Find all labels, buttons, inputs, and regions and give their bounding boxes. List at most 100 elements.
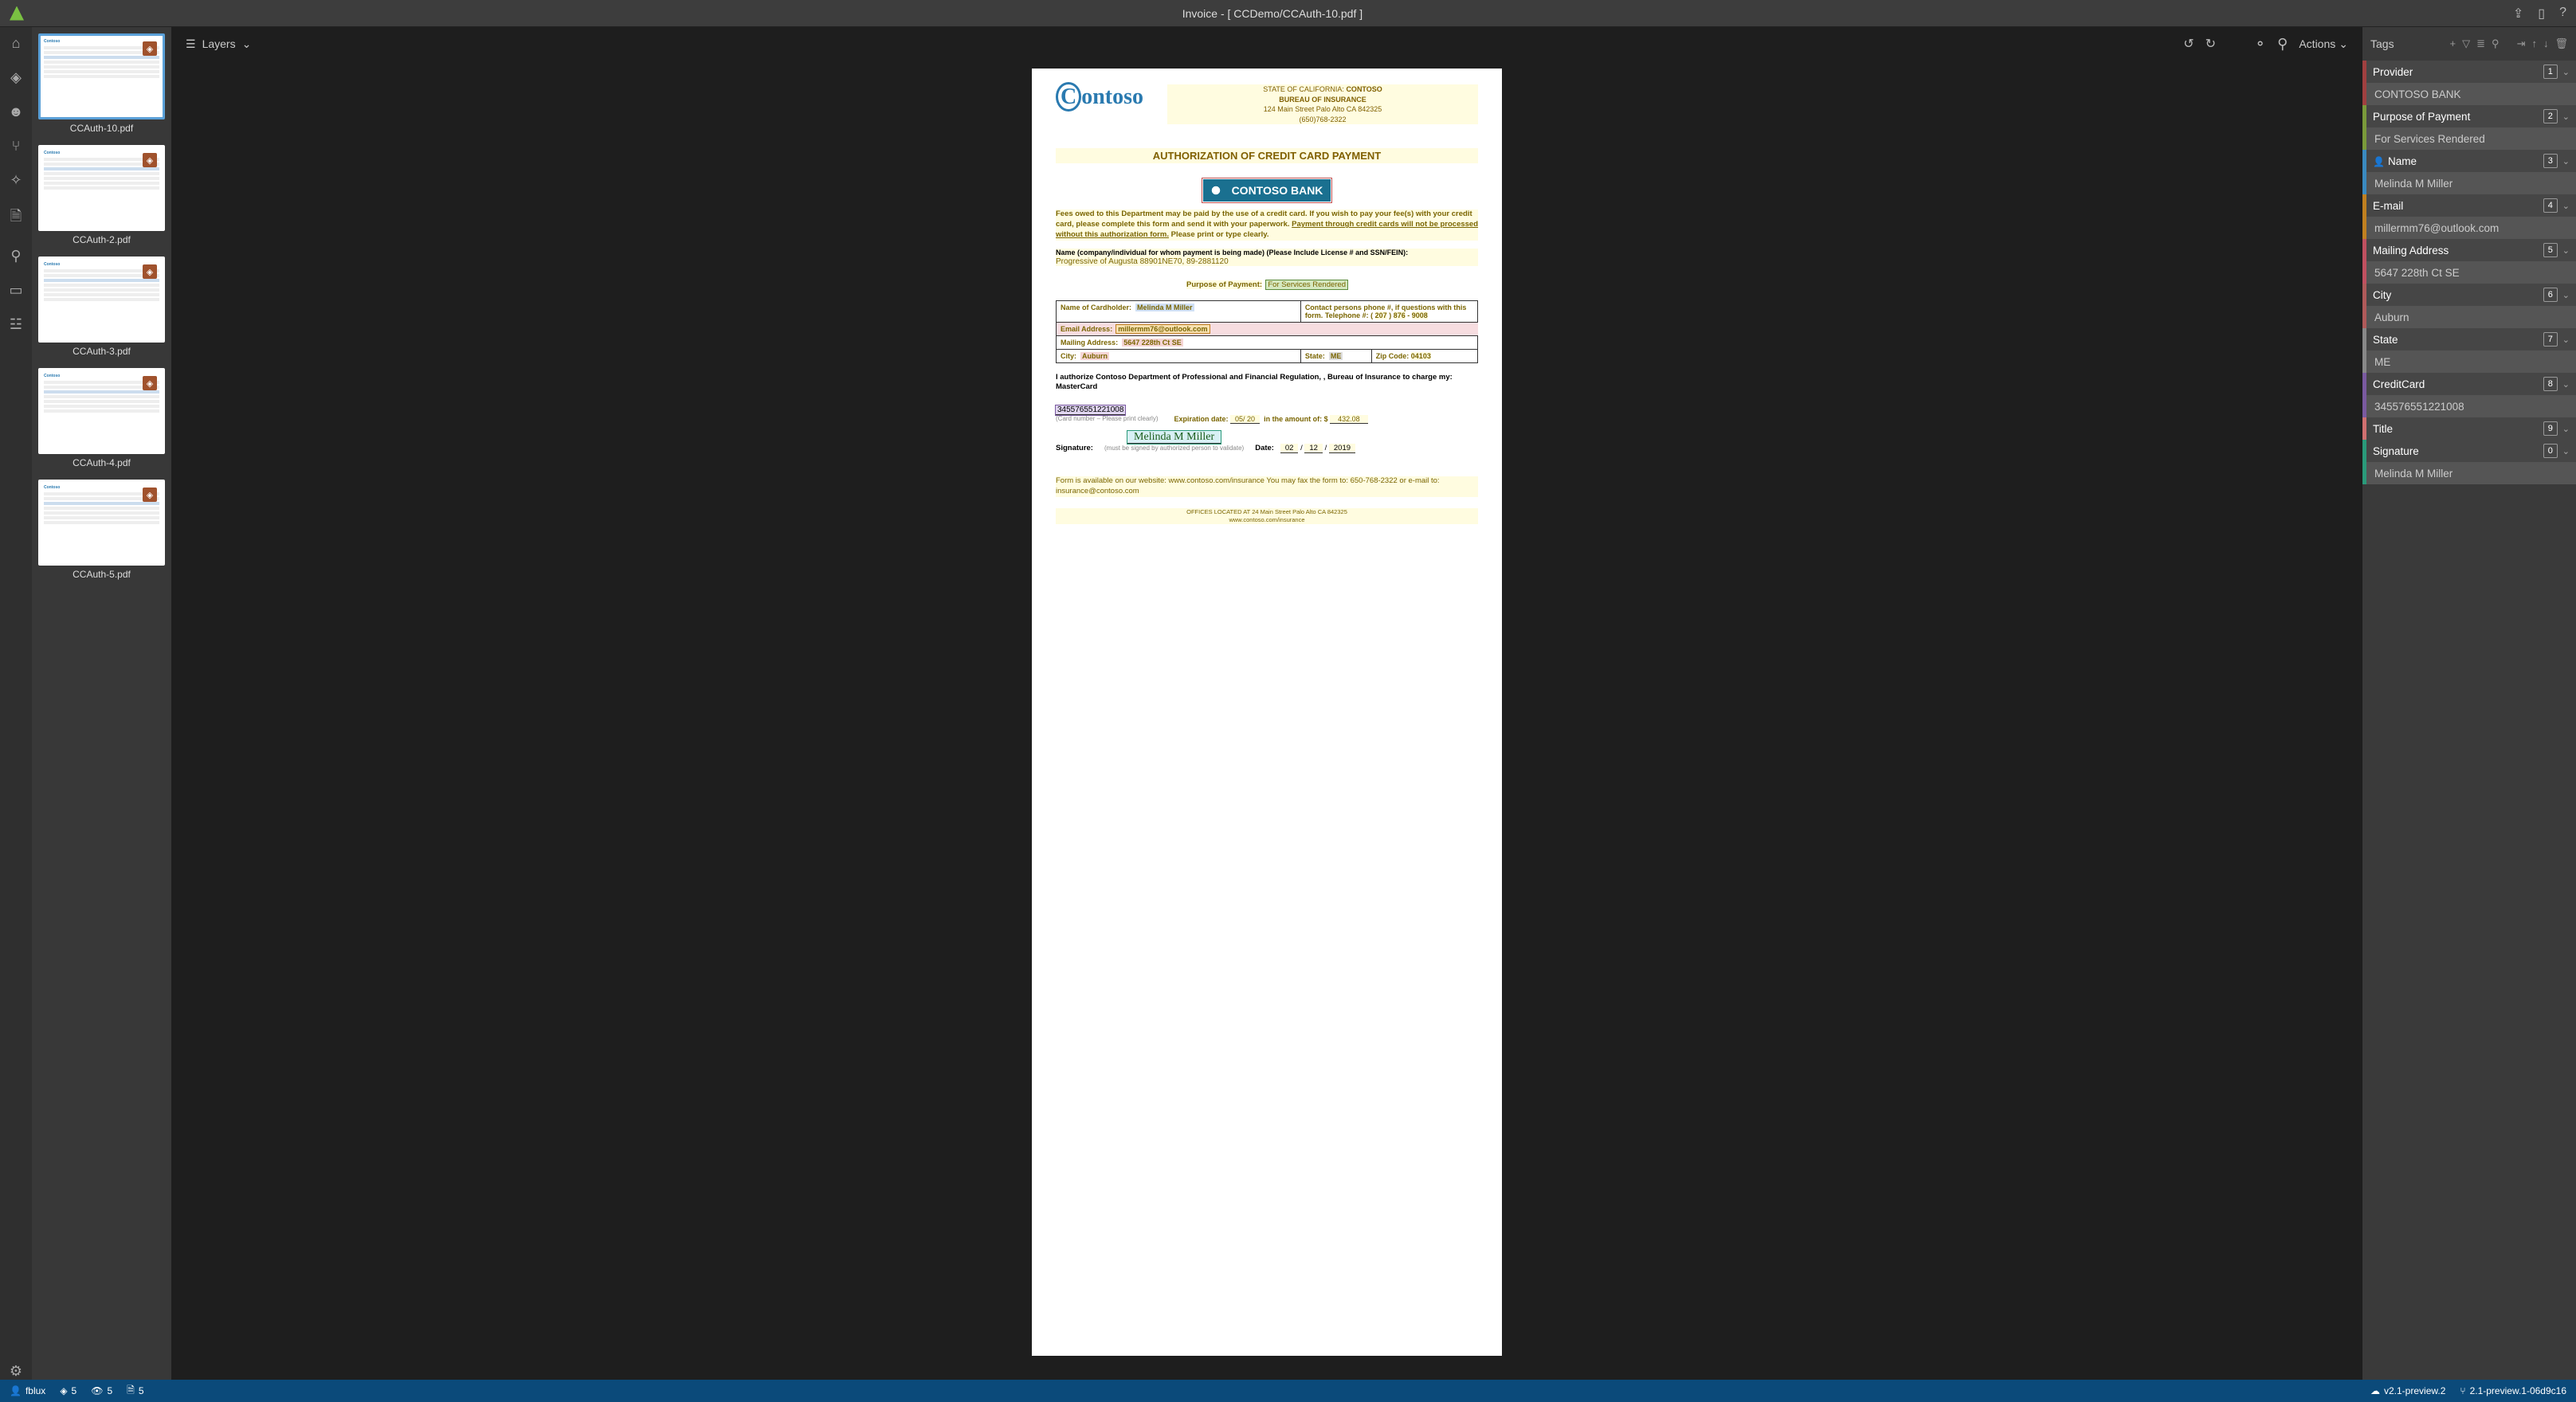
zip-label: Zip Code: <box>1376 352 1410 360</box>
share-icon[interactable]: ⇪ <box>2513 6 2523 22</box>
down-icon[interactable]: ↓ <box>2543 37 2549 50</box>
rotate-right-icon[interactable]: ↻ <box>2205 36 2216 52</box>
layers-dropdown[interactable]: ☰ Layers ⌄ <box>186 37 251 51</box>
actions-dropdown[interactable]: Actions ⌄ <box>2299 37 2348 51</box>
version-left[interactable]: ☁v2.1-preview.2 <box>2370 1385 2445 1396</box>
chevron-down-icon: ⌄ <box>2562 335 2570 345</box>
tag-header[interactable]: Signature0⌄ <box>2362 440 2576 462</box>
list-icon[interactable]: ≣ <box>2476 37 2485 50</box>
face-icon[interactable]: ☻ <box>9 104 24 120</box>
card-note: (Card number – Please print clearly) <box>1056 415 1159 422</box>
tag-value[interactable]: CONTOSO BANK <box>2362 83 2576 105</box>
chevron-down-icon: ⌄ <box>2562 290 2570 300</box>
delete-icon[interactable]: 🗑 <box>2554 37 2568 50</box>
thumbnail-item[interactable]: Contoso ◈ CCAuth-2.pdf <box>38 145 165 245</box>
tag-header[interactable]: State7⌄ <box>2362 328 2576 350</box>
actions-label: Actions <box>2299 37 2335 50</box>
date-month: 02 <box>1280 444 1299 453</box>
count3[interactable]: 🗎5 <box>127 1383 143 1400</box>
window-title: Invoice - [ CCDemo/CCAuth-10.pdf ] <box>32 7 2513 20</box>
filter-icon[interactable]: ▽ <box>2462 37 2470 50</box>
tag-icon[interactable]: ◈ <box>10 69 22 86</box>
thumbnail-item[interactable]: Contoso ◈ CCAuth-3.pdf <box>38 257 165 357</box>
home-icon[interactable]: ⌂ <box>12 35 21 52</box>
tag-header[interactable]: CreditCard8⌄ <box>2362 373 2576 395</box>
chevron-down-icon: ⌄ <box>2562 156 2570 166</box>
rotate-left-icon[interactable]: ↺ <box>2183 36 2194 52</box>
tag-value[interactable]: Melinda M Miller <box>2362 172 2576 194</box>
replace-icon[interactable]: ⇥ <box>2517 37 2526 50</box>
date-year: 2019 <box>1329 444 1355 453</box>
tag-value[interactable]: 345576551221008 <box>2362 395 2576 417</box>
doc-add-icon[interactable]: 🗎 <box>10 206 22 230</box>
tag-header[interactable]: Mailing Address5⌄ <box>2362 239 2576 261</box>
thumbnail-label: CCAuth-2.pdf <box>38 234 165 245</box>
chevron-down-icon: ⌄ <box>2562 112 2570 122</box>
email-label: Email Address: <box>1061 325 1112 333</box>
mail-label: Mailing Address: <box>1061 339 1118 347</box>
thumbnail-item[interactable]: Contoso ◈ CCAuth-4.pdf <box>38 368 165 468</box>
card-icon[interactable]: ▭ <box>9 282 22 299</box>
user-icon: 👤 <box>10 1385 22 1396</box>
tag-header[interactable]: E-mail4⌄ <box>2362 194 2576 217</box>
tag-value[interactable]: Melinda M Miller <box>2362 462 2576 484</box>
thumbnail-item[interactable]: Contoso ◈ CCAuth-10.pdf <box>38 33 165 134</box>
state-value: ME <box>1329 352 1343 360</box>
city-label: City: <box>1061 352 1076 360</box>
tag-shortcut: 4 <box>2543 198 2558 213</box>
tag-shortcut: 3 <box>2543 154 2558 168</box>
doc-icon: 🗎 <box>127 1383 135 1400</box>
hdr-address: 124 Main Street Palo Alto CA 842325 <box>1264 105 1382 113</box>
hdr-state: STATE OF CALIFORNIA: <box>1263 85 1344 93</box>
contoso-logo: Contoso <box>1056 84 1143 110</box>
merge-icon[interactable]: ⑂ <box>12 138 21 155</box>
amount-label: in the amount of: $ <box>1264 415 1328 423</box>
tag-value[interactable]: For Services Rendered <box>2362 127 2576 150</box>
hdr-company: CONTOSO <box>1346 85 1382 93</box>
zoom-out-icon[interactable]: ⚬ <box>2254 36 2266 53</box>
tag-header[interactable]: Purpose of Payment2⌄ <box>2362 105 2576 127</box>
panel-icon[interactable]: ▯ <box>2538 6 2545 22</box>
thumbnail-item[interactable]: Contoso ◈ CCAuth-5.pdf <box>38 480 165 580</box>
add-tag-icon[interactable]: + <box>2450 37 2456 50</box>
tag-header[interactable]: City6⌄ <box>2362 284 2576 306</box>
thumbnail-tag-icon: ◈ <box>143 41 157 56</box>
tag-value[interactable]: 5647 228th Ct SE <box>2362 261 2576 284</box>
chevron-down-icon: ⌄ <box>2562 379 2570 390</box>
plug-icon[interactable]: ⚲ <box>10 248 21 264</box>
chevron-down-icon: ⌄ <box>2339 37 2348 51</box>
tag-header[interactable]: Provider1⌄ <box>2362 61 2576 83</box>
thumbnail-panel: Contoso ◈ CCAuth-10.pdf Contoso ◈ CCAuth… <box>32 27 171 1380</box>
search-tags-icon[interactable]: ⚲ <box>2492 37 2500 50</box>
version-right[interactable]: ⑂2.1-preview.1-06d9c16 <box>2460 1385 2566 1396</box>
settings-icon[interactable]: ⚙ <box>10 1363 22 1380</box>
phone-prefix: 876 <box>1394 311 1406 319</box>
tag-value[interactable]: millermm76@outlook.com <box>2362 217 2576 239</box>
authorize-text: I authorize Contoso Department of Profes… <box>1056 373 1453 392</box>
phone-area: 207 <box>1375 311 1387 319</box>
form-icon[interactable]: ☳ <box>10 316 22 333</box>
layers-icon: ☰ <box>186 37 196 51</box>
branch-icon: ⑂ <box>2460 1385 2465 1396</box>
idea-icon[interactable]: ✧ <box>10 172 22 189</box>
up-icon[interactable]: ↑ <box>2531 37 2537 50</box>
help-icon[interactable]: ? <box>2559 6 2566 22</box>
cardholder-value: Melinda M Miller <box>1135 304 1194 311</box>
chevron-down-icon: ⌄ <box>2562 67 2570 77</box>
user-status[interactable]: 👤fblux <box>10 1385 45 1396</box>
tag-value[interactable]: ME <box>2362 350 2576 373</box>
tag-shortcut: 8 <box>2543 377 2558 391</box>
viewer-toolbar: ☰ Layers ⌄ ↺ ↻ ⚬ ⚲ Actions ⌄ <box>171 27 2362 61</box>
tag-value[interactable]: Auburn <box>2362 306 2576 328</box>
amount-value: 432.08 <box>1330 415 1368 424</box>
tag-shortcut: 0 <box>2543 444 2558 458</box>
date-label: Date: <box>1255 444 1274 452</box>
count2[interactable]: 👁5 <box>91 1385 112 1396</box>
tag-header[interactable]: 👤Name3⌄ <box>2362 150 2576 172</box>
mail-value: 5647 228th Ct SE <box>1122 339 1183 347</box>
count1[interactable]: ◈5 <box>60 1385 76 1396</box>
zoom-in-icon[interactable]: ⚲ <box>2277 36 2288 53</box>
cloud-icon: ☁ <box>2370 1385 2380 1396</box>
chevron-down-icon: ⌄ <box>2562 201 2570 211</box>
tag-header[interactable]: Title9⌄ <box>2362 417 2576 440</box>
